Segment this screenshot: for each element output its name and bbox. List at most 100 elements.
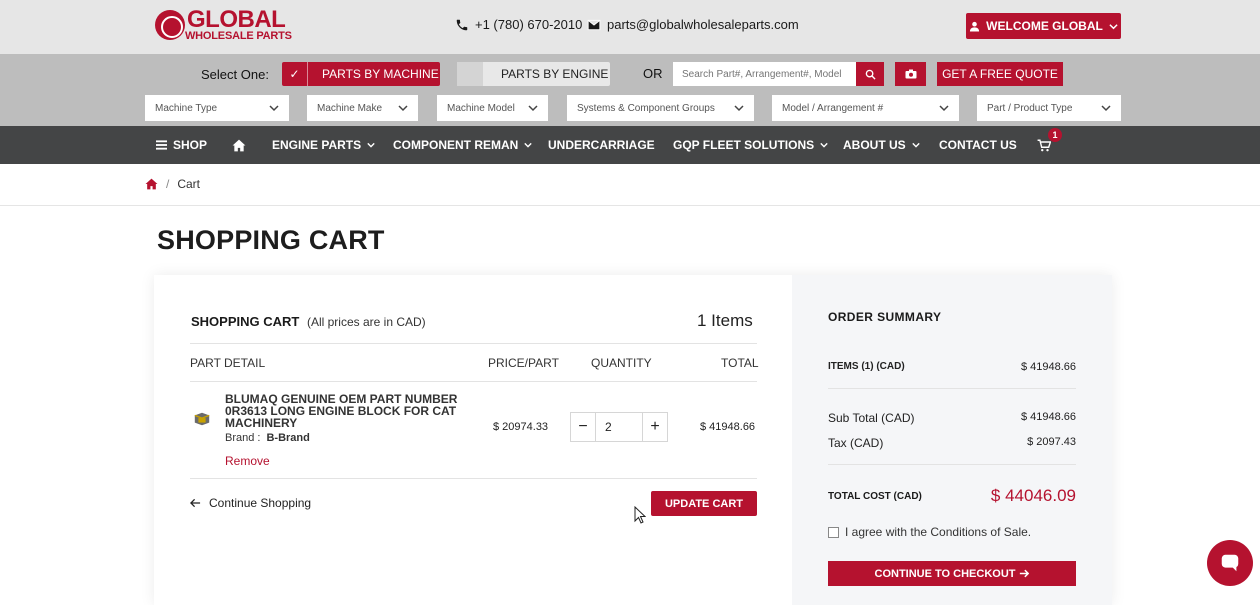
subtotal-value: $ 41948.66: [1020, 411, 1076, 423]
agree-checkbox[interactable]: [828, 526, 839, 538]
parts-by-engine-label: PARTS BY ENGINE: [501, 67, 609, 81]
chat-widget-button[interactable]: [1207, 540, 1253, 586]
col-part-detail: PART DETAIL: [190, 356, 266, 370]
product-thumbnail[interactable]: [193, 410, 211, 428]
nav-undercarriage[interactable]: UNDERCARRIAGE: [548, 126, 655, 164]
or-label: OR: [643, 66, 663, 81]
nav-component-reman-label: COMPONENT REMAN: [393, 138, 519, 152]
chevron-down-icon: [398, 105, 408, 112]
logo-line2: WHOLESALE PARTS: [185, 30, 292, 42]
decrement-button[interactable]: −: [571, 413, 595, 441]
globe-logo-icon: [155, 10, 185, 40]
nav-contact-us[interactable]: CONTACT US: [939, 126, 1017, 164]
parts-by-engine-toggle[interactable]: PARTS BY ENGINE: [457, 62, 610, 86]
nav-gqp-label: GQP FLEET SOLUTIONS: [673, 138, 815, 152]
chevron-down-icon: [820, 142, 828, 148]
item-price: $ 20974.33: [493, 421, 549, 433]
top-header: GLOBAL WHOLESALE PARTS +1 (780) 670-2010…: [0, 0, 1260, 54]
update-cart-button[interactable]: UPDATE CART: [651, 491, 757, 516]
welcome-label: WELCOME GLOBAL: [986, 19, 1103, 33]
search-button[interactable]: [856, 62, 884, 86]
cart-count-badge: 1: [1048, 128, 1062, 142]
cart-heading: SHOPPING CART (All prices are in CAD): [191, 314, 426, 329]
image-search-button[interactable]: [895, 62, 926, 86]
product-name-link[interactable]: BLUMAQ GENUINE OEM PART NUMBER 0R3613 LO…: [225, 393, 475, 429]
arrow-left-icon: [190, 498, 201, 508]
nav-gqp-fleet[interactable]: GQP FLEET SOLUTIONS: [673, 126, 828, 164]
arrow-right-icon: [1020, 569, 1030, 578]
nav-contact-label: CONTACT US: [939, 138, 1017, 152]
increment-button[interactable]: +: [643, 413, 667, 441]
dropdown-label: Machine Model: [447, 102, 515, 114]
currency-note: (All prices are in CAD): [306, 315, 426, 329]
chevron-down-icon: [1101, 105, 1111, 112]
mouse-cursor-icon: [634, 506, 646, 524]
continue-shopping-label: Continue Shopping: [209, 496, 312, 510]
checkout-label: CONTINUE TO CHECKOUT: [874, 567, 1016, 580]
conditions-agreement[interactable]: I agree with the Conditions of Sale.: [828, 525, 1031, 539]
dropdown-label: Machine Make: [317, 102, 383, 114]
quantity-input[interactable]: 2: [595, 413, 643, 441]
machine-model-select[interactable]: Machine Model: [437, 95, 548, 121]
continue-shopping-link[interactable]: Continue Shopping: [190, 496, 311, 510]
total-cost-label: TOTAL COST (CAD): [828, 490, 922, 502]
main-nav: SHOP ENGINE PARTS COMPONENT REMAN UNDERC…: [0, 126, 1260, 164]
nav-component-reman[interactable]: COMPONENT REMAN: [393, 126, 533, 164]
email-contact[interactable]: parts@globalwholesaleparts.com: [587, 17, 799, 32]
col-price-part: PRICE/PART: [488, 356, 559, 370]
camera-icon: [905, 69, 916, 79]
site-logo[interactable]: GLOBAL WHOLESALE PARTS: [155, 8, 300, 44]
dropdown-label: Model / Arrangement #: [782, 102, 884, 114]
checkmark-icon: ✓: [282, 62, 308, 86]
model-arrangement-select[interactable]: Model / Arrangement #: [772, 95, 959, 121]
nav-undercarriage-label: UNDERCARRIAGE: [548, 138, 655, 152]
parts-by-machine-label: PARTS BY MACHINE: [322, 67, 439, 81]
summary-items-row: ITEMS (1) (CAD) $ 41948.66: [828, 361, 1076, 373]
chevron-down-icon: [367, 142, 375, 148]
divider: [190, 343, 757, 344]
unchecked-box-icon: [457, 62, 483, 86]
envelope-icon: [587, 19, 601, 30]
phone-contact[interactable]: +1 (780) 670-2010: [455, 17, 582, 32]
select-one-label: Select One:: [201, 67, 269, 82]
nav-engine-parts-label: ENGINE PARTS: [272, 138, 362, 152]
agree-label: I agree with the Conditions of Sale.: [845, 525, 1032, 539]
dropdown-label: Machine Type: [155, 102, 218, 114]
summary-items-value: $ 41948.66: [1020, 361, 1076, 373]
chevron-down-icon: [734, 105, 744, 112]
phone-number: +1 (780) 670-2010: [475, 17, 583, 32]
quantity-stepper: − 2 +: [570, 412, 668, 442]
home-icon: [232, 139, 246, 151]
part-product-type-select[interactable]: Part / Product Type: [977, 95, 1121, 121]
nav-about-us[interactable]: ABOUT US: [843, 126, 920, 164]
breadcrumb-separator: /: [166, 177, 170, 191]
nav-home[interactable]: [232, 126, 246, 164]
nav-shop[interactable]: SHOP: [156, 126, 207, 164]
search-icon: [865, 69, 876, 80]
remove-item-link[interactable]: Remove: [225, 454, 270, 468]
breadcrumb-current: Cart: [177, 177, 201, 191]
tax-value: $ 2097.43: [1027, 436, 1076, 448]
chevron-down-icon: [911, 142, 920, 148]
home-icon[interactable]: [145, 178, 158, 190]
welcome-account-button[interactable]: WELCOME GLOBAL: [966, 13, 1121, 39]
search-input[interactable]: [673, 62, 856, 86]
product-brand: Brand : B-Brand: [225, 432, 310, 444]
tax-label: Tax (CAD): [828, 436, 884, 450]
subtotal-label: Sub Total (CAD): [828, 411, 915, 425]
page-title: SHOPPING CART: [157, 225, 385, 255]
chevron-down-icon: [1109, 23, 1118, 29]
summary-tax-row: Tax (CAD) $ 2097.43: [828, 436, 1076, 450]
machine-type-select[interactable]: Machine Type: [145, 95, 289, 121]
divider: [190, 381, 757, 382]
cart-heading-title: SHOPPING CART: [191, 314, 300, 329]
systems-component-groups-select[interactable]: Systems & Component Groups: [567, 95, 754, 121]
nav-engine-parts[interactable]: ENGINE PARTS: [272, 126, 375, 164]
brand-label: Brand :: [225, 432, 261, 444]
free-quote-button[interactable]: GET A FREE QUOTE: [937, 62, 1063, 86]
parts-by-machine-toggle[interactable]: ✓ PARTS BY MACHINE: [282, 62, 440, 86]
machine-make-select[interactable]: Machine Make: [307, 95, 418, 121]
breadcrumb: / Cart: [145, 177, 200, 191]
search-panel: Select One: ✓ PARTS BY MACHINE PARTS BY …: [0, 54, 1260, 126]
continue-to-checkout-button[interactable]: CONTINUE TO CHECKOUT: [828, 561, 1076, 586]
